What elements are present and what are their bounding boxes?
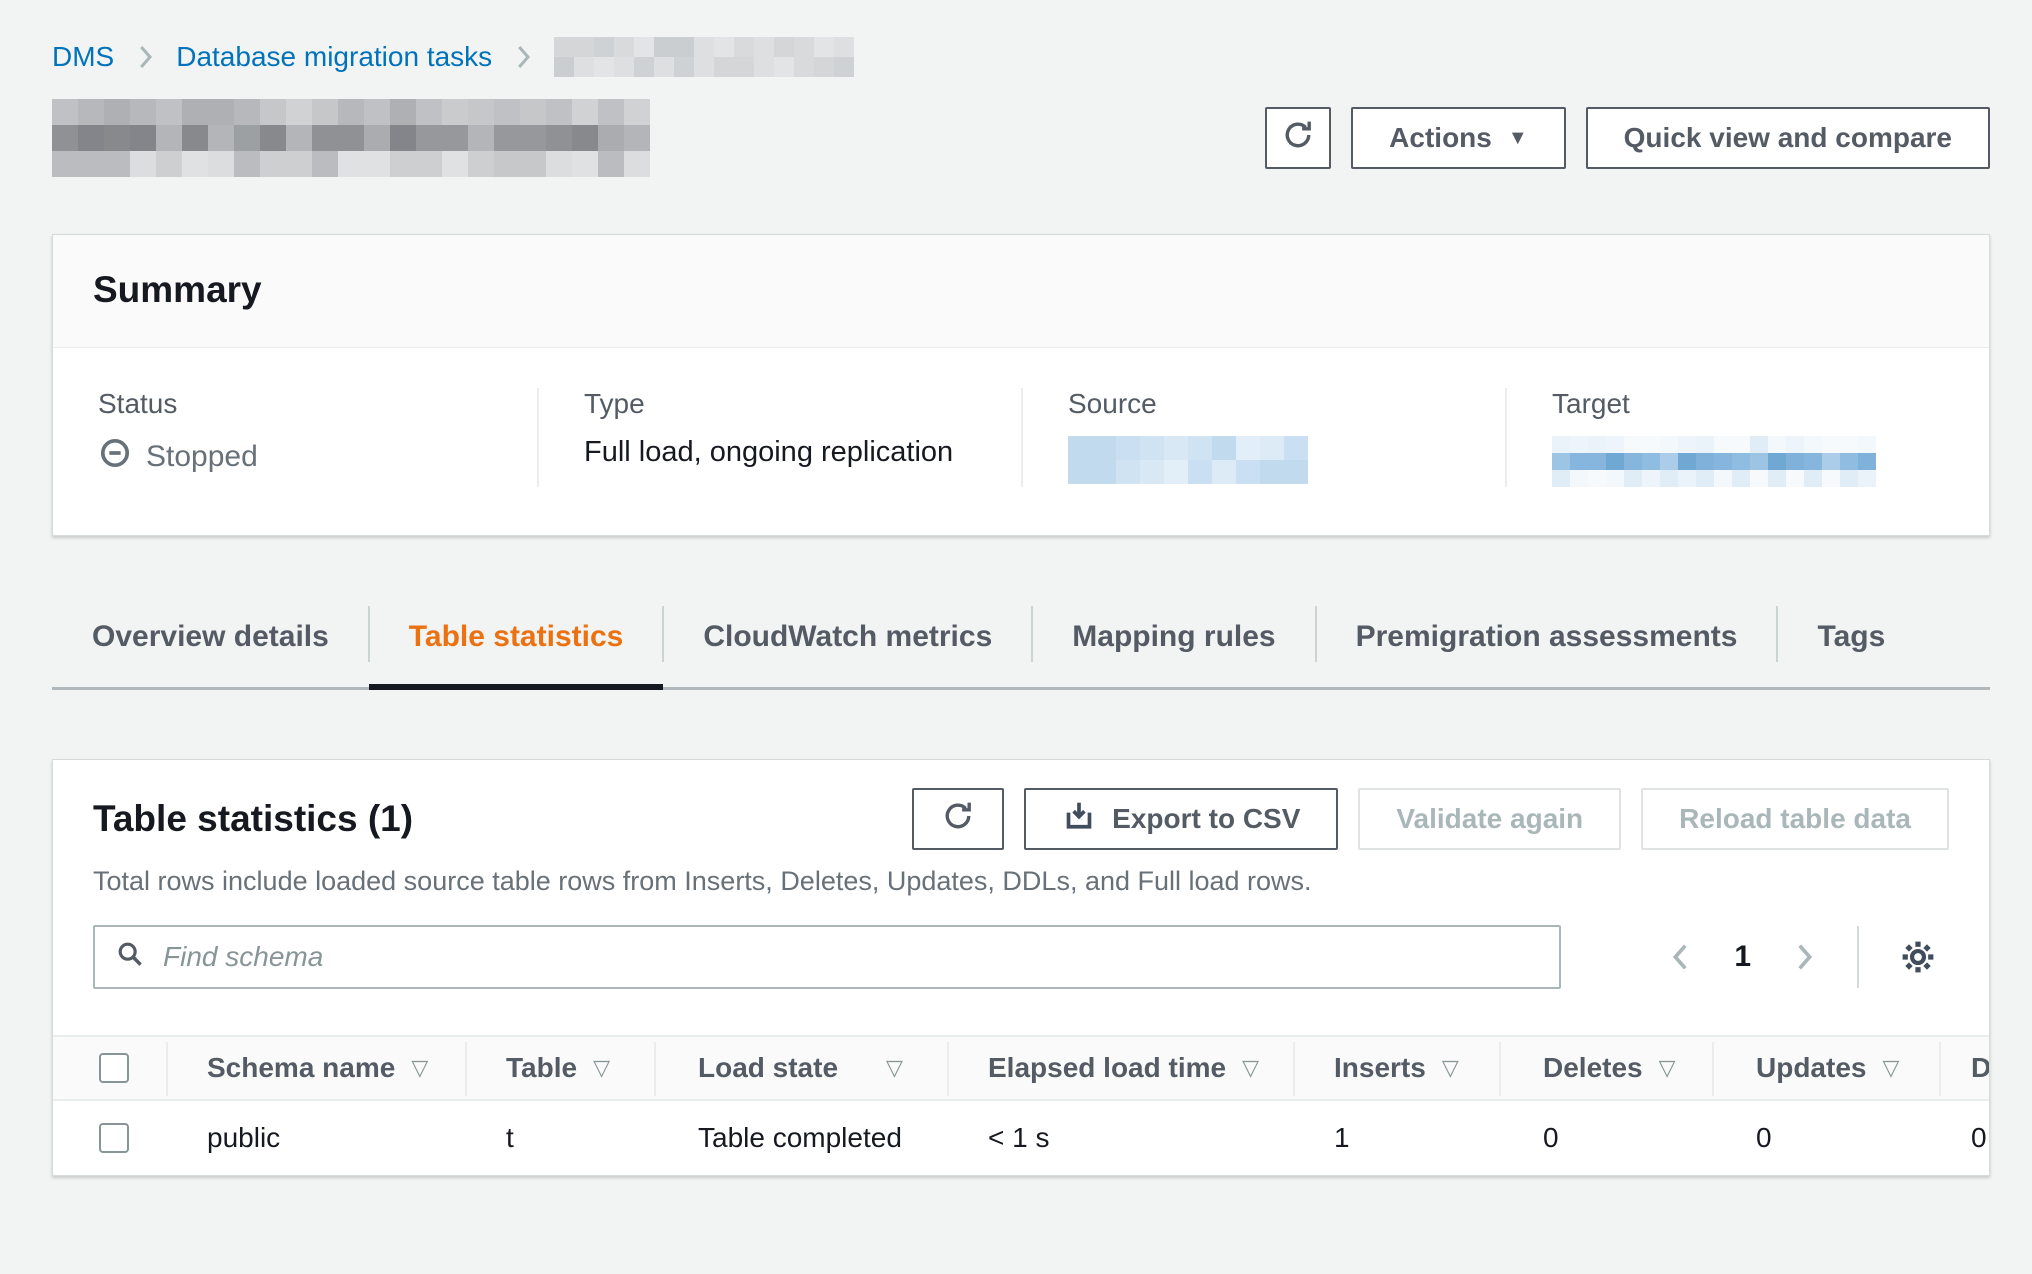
export-label: Export to CSV xyxy=(1112,803,1300,835)
column-header-updates[interactable]: Updates▽ xyxy=(1712,1037,1939,1099)
cell-table: t xyxy=(465,1101,654,1175)
tab-overview-details[interactable]: Overview details xyxy=(52,604,369,687)
cell-inserts: 1 xyxy=(1293,1101,1499,1175)
sort-icon[interactable]: ▽ xyxy=(593,1055,610,1081)
source-label: Source xyxy=(1068,388,1465,420)
status-value: Stopped xyxy=(98,436,497,478)
summary-field-target: Target xyxy=(1505,388,1989,487)
chevron-right-icon xyxy=(132,42,158,72)
cell-elapsed-load-time: < 1 s xyxy=(947,1101,1293,1175)
table-scroll-area: Schema name▽ Table▽ Load state▽ Elapsed … xyxy=(53,1035,1989,1175)
column-header-ddls[interactable]: DDLs▽ xyxy=(1939,1037,1989,1099)
column-header-table[interactable]: Table▽ xyxy=(465,1037,654,1099)
breadcrumb: DMS Database migration tasks xyxy=(52,0,1990,80)
target-value-redacted[interactable] xyxy=(1552,436,1949,487)
chevron-right-icon xyxy=(510,42,536,72)
summary-header: Summary xyxy=(53,235,1989,348)
tab-mapping-rules[interactable]: Mapping rules xyxy=(1032,604,1315,687)
table-header-row: Schema name▽ Table▽ Load state▽ Elapsed … xyxy=(53,1035,1989,1101)
summary-body: Status Stopped Type Full load, ongoing r… xyxy=(53,348,1989,535)
table-statistics-panel: Table statistics (1) Export to CSV Valid… xyxy=(52,759,1990,1176)
header-actions: Actions ▼ Quick view and compare xyxy=(1265,107,1990,169)
cell-schema-name: public xyxy=(166,1101,465,1175)
refresh-icon xyxy=(941,799,975,840)
sort-icon[interactable]: ▽ xyxy=(411,1055,428,1081)
panel-description: Total rows include loaded source table r… xyxy=(53,850,1989,897)
actions-button-label: Actions xyxy=(1389,122,1492,154)
select-all-cell xyxy=(53,1037,166,1099)
column-header-schema-name[interactable]: Schema name▽ xyxy=(166,1037,465,1099)
column-header-deletes[interactable]: Deletes▽ xyxy=(1499,1037,1712,1099)
summary-field-type: Type Full load, ongoing replication xyxy=(537,388,1021,487)
gear-icon xyxy=(1897,936,1939,978)
search-icon xyxy=(115,939,147,976)
refresh-icon xyxy=(1281,118,1315,159)
page-header: Actions ▼ Quick view and compare xyxy=(52,96,1990,180)
page: DMS Database migration tasks Actions ▼ Q… xyxy=(52,0,1990,1176)
summary-field-source: Source xyxy=(1021,388,1505,487)
type-label: Type xyxy=(584,388,981,420)
cell-deletes: 0 xyxy=(1499,1101,1712,1175)
quick-view-label: Quick view and compare xyxy=(1624,122,1952,154)
current-page: 1 xyxy=(1734,940,1751,974)
validate-again-button[interactable]: Validate again xyxy=(1358,788,1621,850)
source-value-redacted[interactable] xyxy=(1068,436,1465,484)
reload-label: Reload table data xyxy=(1679,803,1911,835)
previous-page-button[interactable] xyxy=(1666,940,1696,974)
toolbar-divider xyxy=(1857,926,1859,988)
status-text: Stopped xyxy=(146,440,258,474)
panel-title: Table statistics (1) xyxy=(93,798,413,840)
summary-title: Summary xyxy=(93,269,1949,311)
summary-card: Summary Status Stopped Type Full load, o… xyxy=(52,234,1990,536)
cell-load-state: Table completed xyxy=(654,1101,947,1175)
type-value: Full load, ongoing replication xyxy=(584,436,981,469)
quick-view-and-compare-button[interactable]: Quick view and compare xyxy=(1586,107,1990,169)
tab-premigration-assessments[interactable]: Premigration assessments xyxy=(1316,604,1778,687)
search-box xyxy=(93,925,1561,989)
breadcrumb-link-dms[interactable]: DMS xyxy=(52,41,114,73)
sort-icon[interactable]: ▽ xyxy=(1442,1055,1459,1081)
target-label: Target xyxy=(1552,388,1949,420)
search-input[interactable] xyxy=(163,941,1539,973)
stopped-icon xyxy=(98,436,132,478)
column-header-inserts[interactable]: Inserts▽ xyxy=(1293,1037,1499,1099)
tab-table-statistics[interactable]: Table statistics xyxy=(369,604,664,687)
sort-icon[interactable]: ▽ xyxy=(886,1055,903,1081)
table-refresh-button[interactable] xyxy=(912,788,1004,850)
sort-icon[interactable]: ▽ xyxy=(1242,1055,1259,1081)
table: Schema name▽ Table▽ Load state▽ Elapsed … xyxy=(53,1035,1989,1175)
select-all-checkbox[interactable] xyxy=(99,1053,129,1083)
tab-bar: Overview details Table statistics CloudW… xyxy=(52,604,1990,690)
status-label: Status xyxy=(98,388,497,420)
table-row: public t Table completed < 1 s 1 0 0 0 xyxy=(53,1101,1989,1175)
cell-ddls: 0 xyxy=(1939,1101,1989,1175)
actions-button[interactable]: Actions ▼ xyxy=(1351,107,1565,169)
breadcrumb-link-tasks[interactable]: Database migration tasks xyxy=(176,41,492,73)
tab-cloudwatch-metrics[interactable]: CloudWatch metrics xyxy=(663,604,1032,687)
export-to-csv-button[interactable]: Export to CSV xyxy=(1024,788,1338,850)
next-page-button[interactable] xyxy=(1789,940,1819,974)
sort-icon[interactable]: ▽ xyxy=(1659,1055,1676,1081)
refresh-button[interactable] xyxy=(1265,107,1331,169)
pagination: 1 xyxy=(1666,926,1939,988)
cell-updates: 0 xyxy=(1712,1101,1939,1175)
tab-tags[interactable]: Tags xyxy=(1777,604,1925,687)
validate-label: Validate again xyxy=(1396,803,1583,835)
breadcrumb-current-redacted xyxy=(554,37,854,77)
page-title-redacted xyxy=(52,99,650,177)
reload-table-data-button[interactable]: Reload table data xyxy=(1641,788,1949,850)
sort-icon[interactable]: ▽ xyxy=(1882,1055,1899,1081)
row-checkbox[interactable] xyxy=(99,1123,129,1153)
table-toolbar: 1 xyxy=(53,897,1989,989)
summary-field-status: Status Stopped xyxy=(53,388,537,487)
download-icon xyxy=(1062,799,1096,840)
column-header-elapsed-load-time[interactable]: Elapsed load time▽ xyxy=(947,1037,1293,1099)
settings-gear-button[interactable] xyxy=(1897,936,1939,978)
caret-down-icon: ▼ xyxy=(1508,128,1528,148)
column-header-load-state[interactable]: Load state▽ xyxy=(654,1037,947,1099)
panel-actions: Export to CSV Validate again Reload tabl… xyxy=(912,788,1949,850)
